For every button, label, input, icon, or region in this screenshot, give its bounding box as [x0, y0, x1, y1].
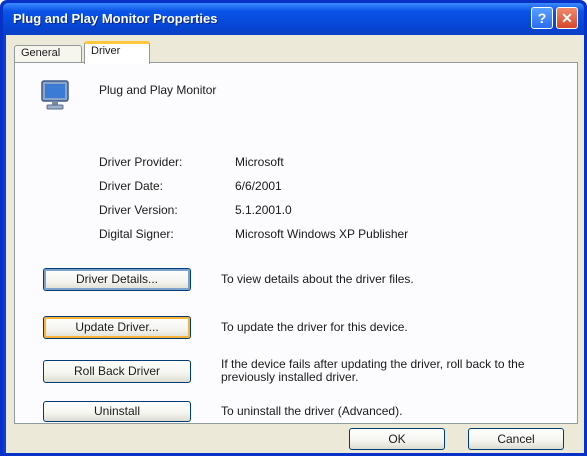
tab-driver[interactable]: Driver: [84, 41, 150, 64]
close-button[interactable]: ✕: [556, 7, 578, 29]
uninstall-button[interactable]: Uninstall: [43, 401, 191, 422]
driver-version-value: 5.1.2001.0: [235, 203, 292, 217]
help-button[interactable]: ?: [531, 7, 553, 29]
update-driver-description: To update the driver for this device.: [221, 320, 408, 334]
ok-button[interactable]: OK: [349, 428, 445, 450]
driver-tab-panel: Plug and Play Monitor Driver Provider: M…: [14, 62, 578, 424]
roll-back-driver-description: If the device fails after updating the d…: [221, 357, 525, 384]
window-title: Plug and Play Monitor Properties: [13, 11, 218, 26]
properties-dialog: Plug and Play Monitor Properties ? ✕ Gen…: [0, 0, 587, 456]
close-icon: ✕: [561, 9, 573, 26]
help-icon: ?: [537, 10, 547, 26]
cancel-button[interactable]: Cancel: [468, 428, 564, 450]
driver-details-description: To view details about the driver files.: [221, 272, 414, 286]
digital-signer-label: Digital Signer:: [99, 227, 174, 241]
tab-general[interactable]: General: [14, 45, 82, 63]
driver-date-value: 6/6/2001: [235, 179, 282, 193]
device-name: Plug and Play Monitor: [99, 83, 217, 97]
roll-back-driver-button[interactable]: Roll Back Driver: [43, 360, 191, 383]
uninstall-description: To uninstall the driver (Advanced).: [221, 404, 403, 418]
dialog-body: General Driver Plug and Play Monitor Dri…: [6, 35, 584, 453]
driver-date-label: Driver Date:: [99, 179, 164, 193]
monitor-icon: [41, 80, 69, 110]
title-bar[interactable]: Plug and Play Monitor Properties ? ✕: [3, 3, 584, 35]
driver-provider-label: Driver Provider:: [99, 155, 183, 169]
update-driver-button[interactable]: Update Driver...: [43, 316, 191, 339]
driver-details-button[interactable]: Driver Details...: [43, 268, 191, 291]
digital-signer-value: Microsoft Windows XP Publisher: [235, 227, 409, 241]
driver-version-label: Driver Version:: [99, 203, 178, 217]
driver-provider-value: Microsoft: [235, 155, 284, 169]
